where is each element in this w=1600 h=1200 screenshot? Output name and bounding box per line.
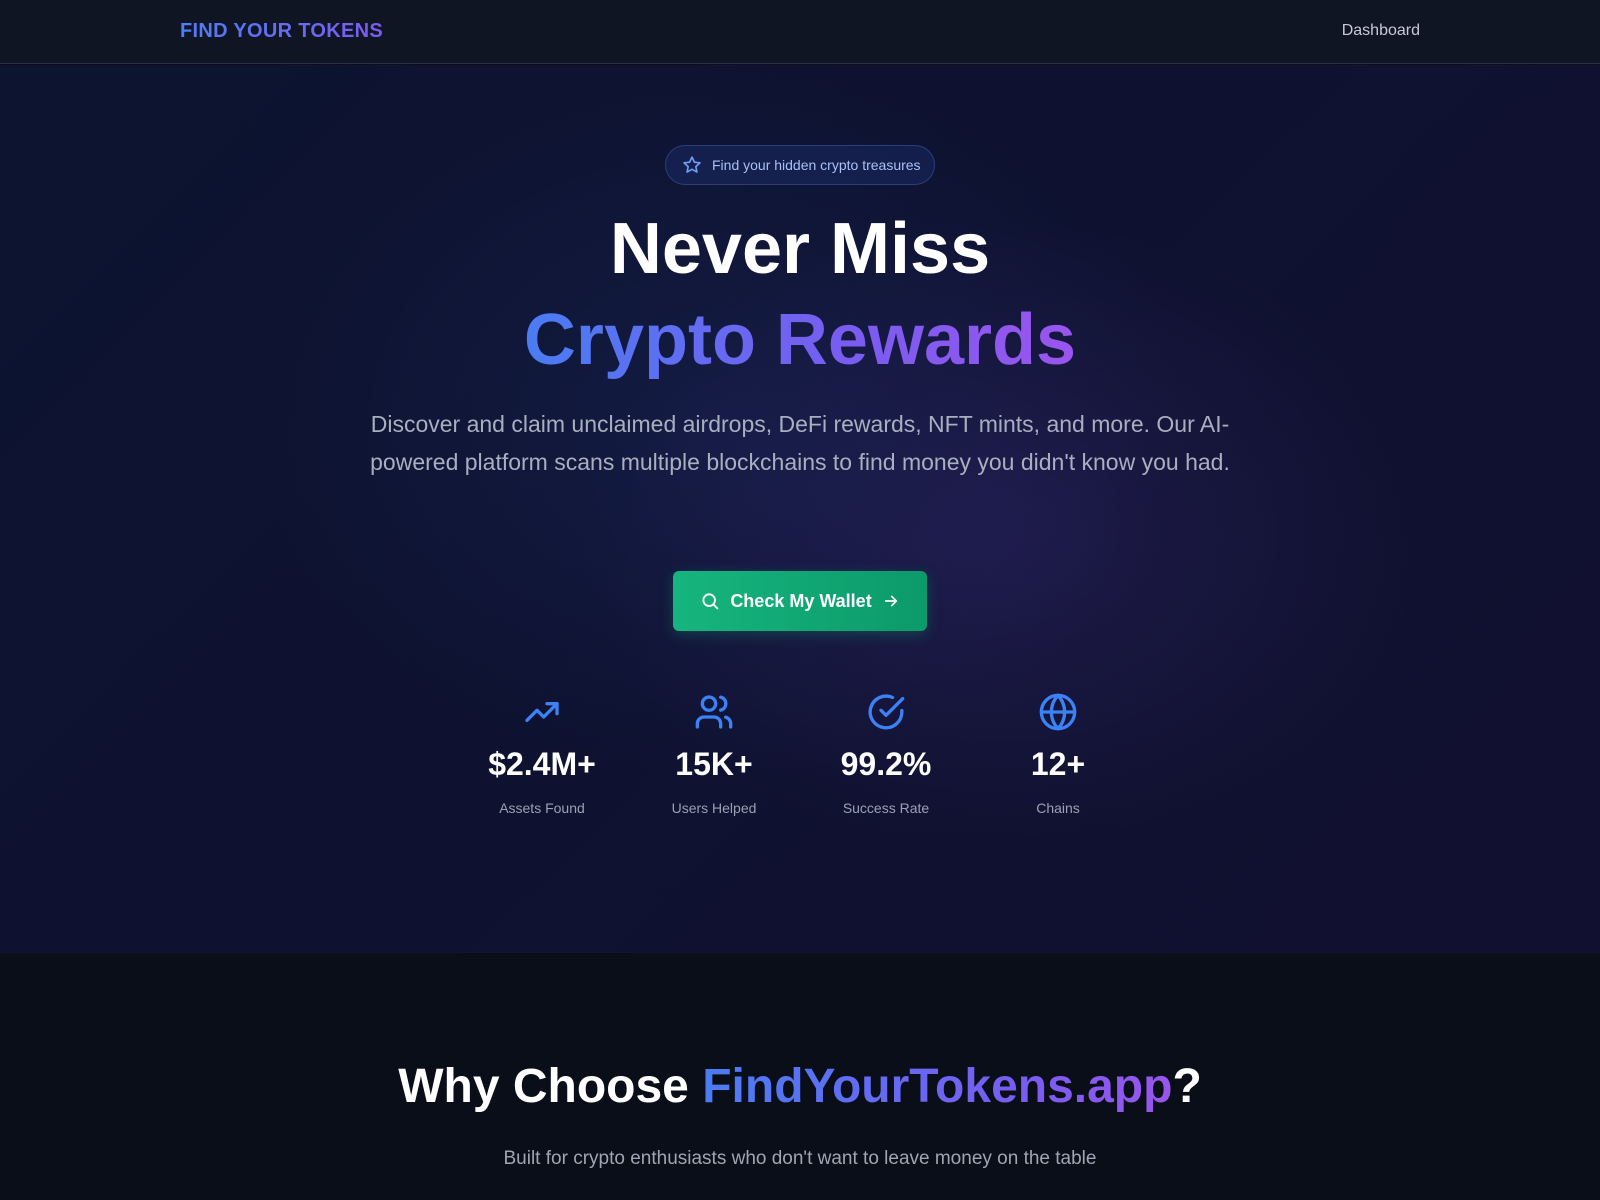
why-choose-title: Why Choose FindYourTokens.app? [0, 1063, 1600, 1111]
stat-users-helped: 15K+ Users Helped [628, 692, 800, 816]
stat-label: Assets Found [499, 800, 585, 816]
why-title-brand: FindYourTokens.app [702, 1060, 1173, 1113]
stat-label: Success Rate [842, 800, 930, 816]
check-wallet-label: Check My Wallet [730, 590, 872, 611]
stat-value: 12+ [1030, 746, 1086, 782]
hero-badge: Find your hidden crypto treasures [665, 145, 935, 185]
users-icon [695, 695, 733, 729]
check-wallet-button[interactable]: Check My Wallet [673, 571, 927, 631]
hero-headline-gradient-text: Crypto Rewards [523, 300, 1077, 380]
brand-logo[interactable]: FIND YOUR TOKENS [180, 20, 383, 43]
why-choose-section: Why Choose FindYourTokens.app? Built for… [0, 953, 1600, 1200]
hero-description: Discover and claim unclaimed airdrops, D… [370, 411, 1230, 475]
globe-icon [1039, 693, 1077, 731]
stat-value: $2.4M+ [488, 746, 596, 782]
why-title-suffix: ? [1172, 1060, 1202, 1113]
hero-headline-line1: Never Miss [609, 209, 991, 289]
hero-badge-text: Find your hidden crypto treasures [712, 157, 921, 173]
star-icon [683, 156, 701, 173]
stat-label: Chains [1036, 800, 1080, 816]
hero-section: Find your hidden crypto treasures Never … [0, 65, 1600, 953]
stat-success-rate: 99.2% Success Rate [800, 692, 972, 816]
top-navbar: FIND YOUR TOKENS Dashboard [0, 0, 1600, 64]
hero-headline-line2: Crypto Rewards [0, 300, 1600, 380]
why-title-prefix: Why Choose [398, 1060, 703, 1113]
stat-assets-found: $2.4M+ Assets Found [456, 692, 628, 816]
arrow-right-icon [884, 595, 897, 607]
stat-value: 99.2% [840, 746, 932, 782]
why-choose-description: Built for crypto enthusiasts who don't w… [503, 1148, 1097, 1169]
stat-chains: 12+ Chains [972, 692, 1144, 816]
stat-value: 15K+ [675, 746, 753, 782]
check-circle-icon [868, 694, 905, 730]
stat-label: Users Helped [671, 800, 757, 816]
nav-link-dashboard[interactable]: Dashboard [1342, 22, 1420, 40]
trending-up-icon [525, 702, 559, 722]
search-icon [702, 593, 719, 610]
